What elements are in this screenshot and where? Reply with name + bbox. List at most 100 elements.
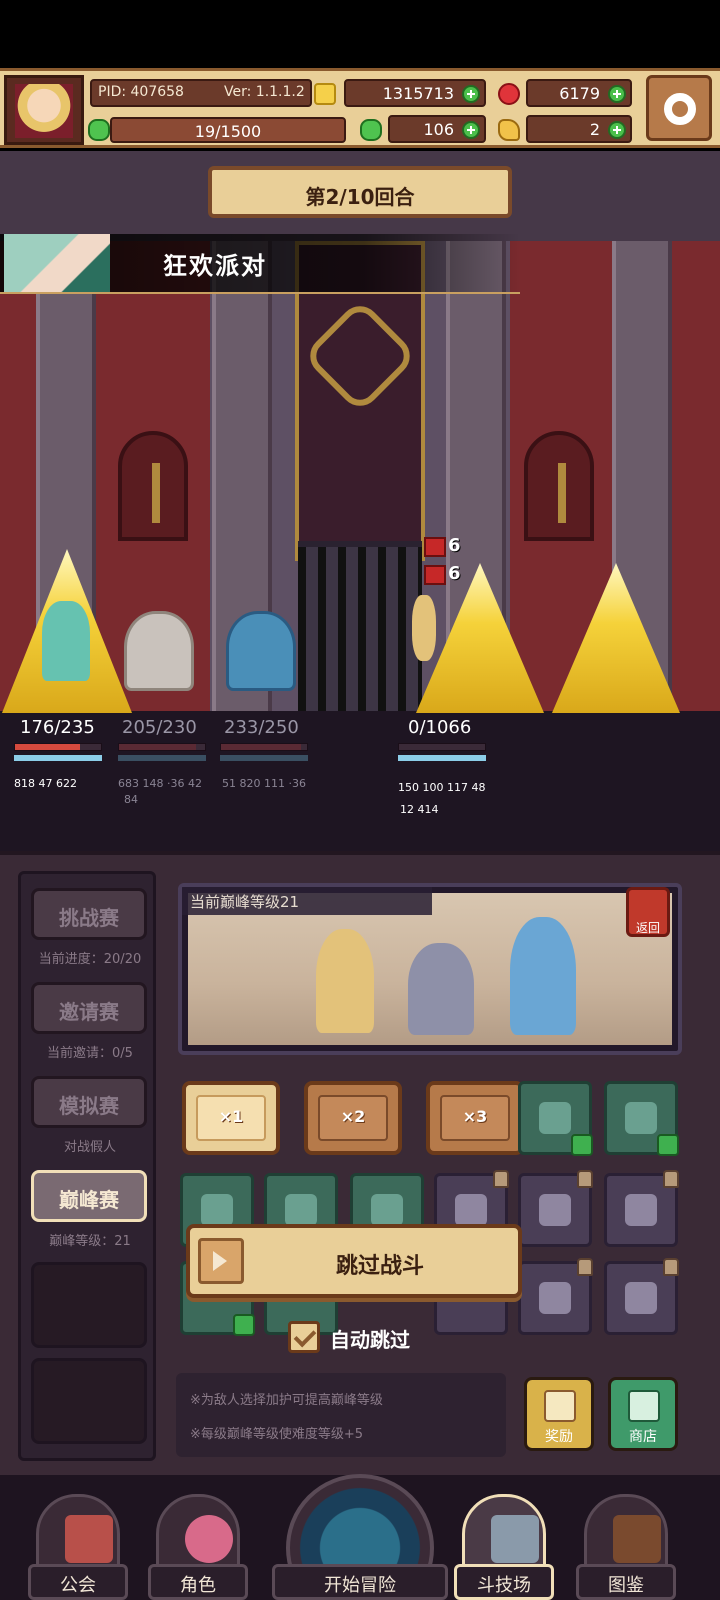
portcullis-gate	[298, 541, 422, 721]
energy-clover-icon	[88, 119, 110, 141]
lock-icon	[663, 1170, 679, 1188]
nav-character-label: 角色	[180, 1575, 216, 1596]
nav-arena[interactable]: 斗技场	[454, 1494, 554, 1600]
return-button[interactable]: 返回	[626, 887, 670, 937]
red-gem-icon	[498, 83, 520, 105]
nav-adventure[interactable]: 开始冒险	[272, 1474, 448, 1600]
lock-icon	[577, 1170, 593, 1188]
skip-battle-label: 跳过战斗	[335, 1254, 424, 1279]
tower-icon	[285, 1194, 317, 1226]
add-gold-button[interactable]	[462, 85, 480, 103]
guild-hall-icon	[65, 1515, 113, 1563]
auto-skip-label: 自动跳过	[330, 1328, 410, 1352]
simulate-mode-label: 模拟赛	[59, 1094, 119, 1118]
skip-arrow-icon	[198, 1238, 244, 1284]
nav-arch	[156, 1494, 240, 1572]
pickaxe-skill-tile[interactable]	[518, 1258, 593, 1335]
nav-arena-label: 斗技场	[477, 1575, 531, 1596]
avatar-portrait	[15, 84, 73, 138]
simulate-mode-button[interactable]: 模拟赛	[31, 1076, 147, 1128]
infinity-icon	[625, 1282, 657, 1314]
preview-hero	[408, 943, 474, 1035]
infinity-skill-tile[interactable]	[604, 1258, 679, 1335]
round-indicator: 第2/10回合	[208, 166, 512, 218]
invite-mode-button[interactable]: 邀请赛	[31, 982, 147, 1034]
empty-mode-slot	[31, 1358, 147, 1444]
cloud-icon	[201, 1194, 233, 1226]
status-bar-area	[0, 0, 720, 68]
return-label: 返回	[635, 921, 660, 935]
enemy-target[interactable]	[412, 595, 436, 661]
nav-codex-label: 图鉴	[608, 1575, 644, 1596]
peak-mode-button[interactable]: 巅峰赛	[31, 1170, 147, 1222]
lightning-icon	[455, 1194, 487, 1226]
player-id: PID: 407658	[98, 84, 184, 100]
paw-skill-tile[interactable]	[518, 1081, 593, 1156]
speed-x1-button[interactable]: ×1	[182, 1081, 280, 1155]
arena-panel: 挑战赛 当前进度：20/20 邀请赛 当前邀请：0/5 模拟赛 对战假人 巅峰赛…	[0, 851, 720, 1471]
floor	[0, 711, 720, 851]
enemy-stats: 150 100 117 48	[398, 781, 486, 794]
nav-character[interactable]: 角色	[148, 1494, 248, 1600]
speed-x2-button[interactable]: ×2	[304, 1081, 402, 1155]
debuff-count: 6	[448, 535, 461, 556]
ally-hp-bar	[118, 743, 206, 751]
skull-icon	[625, 1194, 657, 1226]
clover-value: 106	[423, 120, 454, 139]
lock-icon	[493, 1170, 509, 1188]
hp-fill	[119, 744, 196, 750]
debuff-icon	[424, 537, 446, 557]
ally-hero-1[interactable]	[42, 601, 90, 681]
ally-hp-text: 233/250	[224, 717, 299, 738]
team-preview: 当前巅峰等级21 返回	[178, 883, 682, 1055]
add-bread-button[interactable]	[608, 121, 626, 139]
codex-book-icon	[613, 1515, 661, 1563]
ally-mp-bar	[14, 755, 102, 761]
gear-icon	[664, 93, 696, 125]
flame-skill-tile[interactable]	[604, 1081, 679, 1156]
lock-icon	[663, 1258, 679, 1276]
preview-hero	[316, 929, 374, 1033]
auto-skip-checkbox[interactable]	[288, 1321, 320, 1353]
mode-sidebar: 挑战赛 当前进度：20/20 邀请赛 当前邀请：0/5 模拟赛 对战假人 巅峰赛…	[18, 871, 156, 1461]
ally-hp-bar	[14, 743, 102, 751]
enemy-hp-text: 0/1066	[408, 717, 472, 738]
settings-button[interactable]	[646, 75, 712, 141]
invite-progress: 当前邀请：0/5	[47, 1046, 133, 1061]
preview-hero	[510, 917, 576, 1035]
event-title: 狂欢派对	[163, 252, 267, 280]
ally-mp-bar	[220, 755, 308, 761]
shop-button[interactable]: 商店	[608, 1377, 678, 1451]
peak-level: 巅峰等级：21	[49, 1234, 131, 1249]
ally-hero-3[interactable]	[226, 611, 296, 691]
nav-label-box: 角色	[148, 1564, 248, 1600]
empty-mode-slot	[31, 1262, 147, 1348]
character-icon	[185, 1515, 233, 1563]
hp-fill	[221, 744, 301, 750]
nav-codex[interactable]: 图鉴	[576, 1494, 676, 1600]
player-info-box: PID: 407658 Ver: 1.1.1.2	[90, 79, 312, 107]
resource-header: PID: 407658 Ver: 1.1.1.2 1315713 6179 19…	[0, 68, 720, 148]
nav-arch	[462, 1494, 546, 1572]
challenge-mode-button[interactable]: 挑战赛	[31, 888, 147, 940]
add-gem-button[interactable]	[608, 85, 626, 103]
reward-button[interactable]: 奖励	[524, 1377, 594, 1451]
gold-value: 1315713	[382, 84, 454, 103]
skull-skill-tile[interactable]	[604, 1170, 679, 1247]
ally-hp-bar	[220, 743, 308, 751]
challenge-mode-label: 挑战赛	[59, 906, 119, 930]
nav-guild-label: 公会	[60, 1575, 96, 1596]
skip-battle-button[interactable]: 跳过战斗	[186, 1224, 522, 1298]
nav-guild[interactable]: 公会	[28, 1494, 128, 1600]
ally-hero-2[interactable]	[124, 611, 194, 691]
bread-icon	[498, 119, 520, 141]
peak-level-title: 当前巅峰等级21	[182, 887, 432, 915]
gear-skill-tile[interactable]	[518, 1170, 593, 1247]
ally-mp-bar	[118, 755, 206, 761]
invite-mode-label: 邀请赛	[59, 1000, 119, 1024]
player-avatar[interactable]	[4, 75, 84, 145]
add-clover-button[interactable]	[462, 121, 480, 139]
speed-x3-button[interactable]: ×3	[426, 1081, 524, 1155]
peak-mode-label: 巅峰赛	[59, 1188, 119, 1212]
nav-adventure-label: 开始冒险	[324, 1575, 396, 1596]
